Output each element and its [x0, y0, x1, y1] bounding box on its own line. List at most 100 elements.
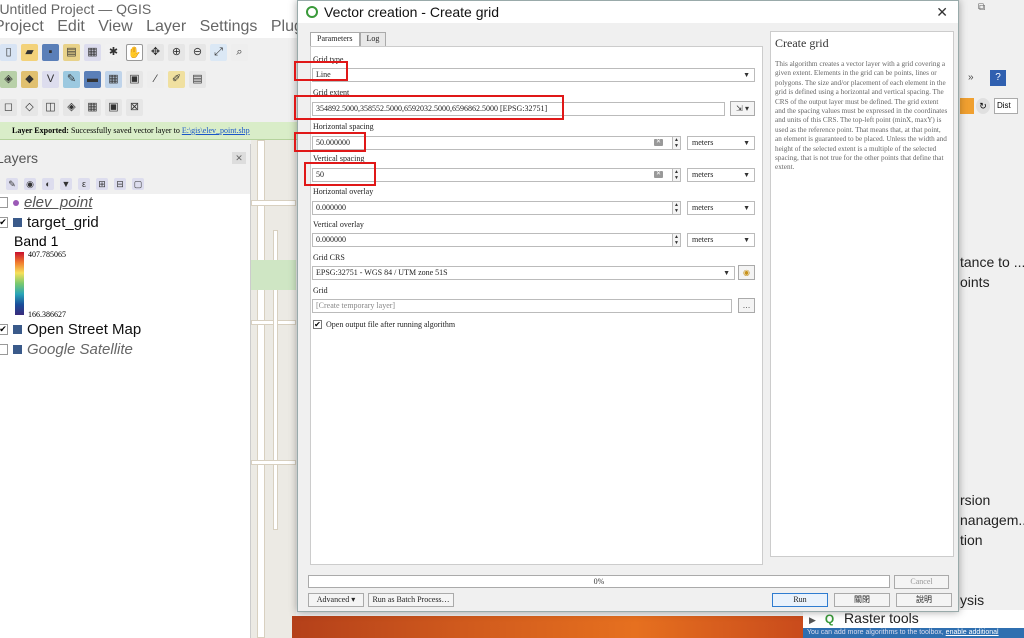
refresh-icon[interactable]: ↻ [976, 98, 990, 114]
layer-checkbox[interactable] [0, 344, 8, 355]
message-link[interactable]: E:\gis\elev_point.shp [182, 126, 250, 135]
filter-expression-icon[interactable]: ε [78, 178, 90, 190]
menu-edit[interactable]: Edit [57, 18, 85, 35]
toggle-edit-icon[interactable]: ✐ [168, 70, 185, 88]
close-icon[interactable]: ✕ [936, 4, 948, 21]
add-virtual-icon[interactable]: V [42, 70, 59, 88]
identify-icon[interactable]: ◈ [63, 98, 80, 116]
layer-elev-point[interactable]: elev_point [0, 194, 92, 211]
layer-checkbox[interactable]: ✔ [0, 324, 8, 335]
h-overlay-unit-select[interactable]: meters ▼ [687, 201, 755, 215]
help-button[interactable]: 說明 [896, 593, 952, 607]
close-button[interactable]: 關閉 [834, 593, 890, 607]
pan-icon[interactable]: ✋ [126, 43, 143, 61]
grid-crs-select[interactable]: EPSG:32751 - WGS 84 / UTM zone 51S ▼ [312, 266, 735, 280]
remove-layer-icon[interactable]: ▢ [132, 178, 144, 190]
zoom-selection-icon[interactable]: ⌕ [231, 43, 248, 61]
manage-visibility-icon[interactable]: ◐ [42, 178, 54, 190]
menu-project[interactable]: Project [0, 18, 44, 35]
h-spacing-spinner[interactable]: ▲ ▼ [672, 136, 681, 150]
h-overlay-input[interactable]: 0.000000 [312, 201, 681, 215]
distance-tool-button[interactable]: Dist [994, 98, 1018, 114]
help-icon[interactable]: ? [990, 70, 1006, 86]
menu-view[interactable]: View [98, 18, 132, 35]
zoom-full-icon[interactable]: ⤢ [210, 43, 227, 61]
open-output-checkbox[interactable]: ✔ [313, 320, 322, 329]
toolbox-note-link[interactable]: enable additional [946, 629, 999, 636]
dialog-titlebar: Vector creation - Create grid ✕ [298, 1, 958, 23]
select-by-value-icon[interactable]: ◇ [21, 98, 38, 116]
output-input[interactable]: [Create temporary layer] [312, 299, 732, 313]
restore-icon[interactable]: ⧉ [978, 2, 985, 13]
tab-log[interactable]: Log [359, 32, 387, 46]
v-spacing-unit-select[interactable]: meters ▼ [687, 168, 755, 182]
output-browse-button[interactable]: … [738, 298, 755, 313]
select-icon[interactable]: ◻ [0, 98, 17, 116]
zoom-out-icon[interactable]: ⊖ [189, 43, 206, 61]
h-spacing-input[interactable]: 50.000000 ✕ [312, 136, 681, 150]
tab-parameters[interactable]: Parameters [310, 32, 360, 46]
open-folder-icon[interactable]: ▰ [21, 43, 38, 61]
v-spacing-spinner[interactable]: ▲ ▼ [672, 168, 681, 182]
zoom-in-icon[interactable]: ⊕ [168, 43, 185, 61]
clear-icon[interactable]: ✕ [654, 139, 663, 146]
print-layout-icon[interactable]: ▤ [63, 43, 80, 61]
layer-checkbox[interactable] [0, 197, 8, 208]
v-overlay-spinner[interactable]: ▲ ▼ [672, 233, 681, 247]
field-calculator-icon[interactable]: ▣ [105, 98, 122, 116]
layer-target-grid[interactable]: ✔ target_grid [0, 214, 99, 231]
add-group-icon[interactable]: ◉ [24, 178, 36, 190]
advanced-button[interactable]: Advanced ▾ [308, 593, 364, 607]
new-project-icon[interactable]: ▯ [0, 43, 17, 61]
add-raster-icon[interactable]: ▦ [105, 70, 122, 88]
attribute-table-icon[interactable]: ▦ [84, 98, 101, 116]
digitize-icon[interactable]: ✎ [63, 70, 80, 88]
menu-settings[interactable]: Settings [200, 18, 258, 35]
grid-type-select[interactable]: Line ▼ [312, 68, 755, 82]
crs-selector-button[interactable]: ◉ [738, 265, 755, 280]
close-icon[interactable]: ✕ [232, 152, 246, 164]
menu-layer[interactable]: Layer [146, 18, 186, 35]
toolbox-item-conversion[interactable]: rsion [960, 492, 990, 508]
clear-icon[interactable]: ✕ [654, 171, 663, 178]
add-mesh-icon[interactable]: ▣ [126, 70, 143, 88]
map-canvas[interactable] [251, 140, 296, 638]
layout-manager-icon[interactable]: ▦ [84, 43, 101, 61]
toolbox-item-points[interactable]: oints [960, 274, 990, 290]
v-overlay-input[interactable]: 0.000000 [312, 233, 681, 247]
batch-process-button[interactable]: Run as Batch Process… [368, 593, 454, 607]
cancel-button[interactable]: Cancel [894, 575, 949, 589]
measure-icon[interactable]: ⊠ [126, 98, 143, 116]
toolbox-item-management[interactable]: nanagem... [960, 512, 1024, 528]
deselect-icon[interactable]: ◫ [42, 98, 59, 116]
run-button[interactable]: Run [772, 593, 828, 607]
overflow-chevron-icon[interactable]: » [968, 72, 974, 83]
open-styling-icon[interactable]: ✎ [6, 178, 18, 190]
style-manager-icon[interactable]: ✱ [105, 43, 122, 61]
toolbox-item-tion[interactable]: tion [960, 532, 983, 548]
toolbox-item-raster-tools[interactable]: ▶ Q Raster tools [803, 610, 1024, 628]
add-vector-icon[interactable]: ◆ [21, 70, 38, 88]
pan-to-selection-icon[interactable]: ✥ [147, 43, 164, 61]
layer-name: target_grid [27, 214, 99, 231]
save-edits-icon[interactable]: ▤ [189, 70, 206, 88]
extent-picker-icon: ⇲ [736, 104, 743, 113]
layer-google-satellite[interactable]: Google Satellite [0, 341, 133, 358]
edit-pencil-icon[interactable]: ⁄ [147, 70, 164, 88]
toolbar-plugin-icon[interactable] [960, 98, 974, 114]
unit-value: meters [692, 138, 714, 147]
toolbox-item-analysis[interactable]: ysis [960, 592, 984, 608]
filter-legend-icon[interactable]: ▼ [60, 178, 72, 190]
data-source-icon[interactable]: ◈ [0, 70, 17, 88]
v-overlay-unit-select[interactable]: meters ▼ [687, 233, 755, 247]
layer-open-street-map[interactable]: ✔ Open Street Map [0, 321, 141, 338]
extent-picker-button[interactable]: ⇲ ▾ [730, 101, 755, 116]
expand-all-icon[interactable]: ⊞ [96, 178, 108, 190]
toolbox-item-distance[interactable]: tance to ... [960, 254, 1024, 270]
collapse-all-icon[interactable]: ⊟ [114, 178, 126, 190]
h-spacing-unit-select[interactable]: meters ▼ [687, 136, 755, 150]
h-overlay-spinner[interactable]: ▲ ▼ [672, 201, 681, 215]
save-icon[interactable]: ▪ [42, 43, 59, 61]
layer-checkbox[interactable]: ✔ [0, 217, 8, 228]
add-layer-icon[interactable]: ▬ [84, 70, 101, 88]
